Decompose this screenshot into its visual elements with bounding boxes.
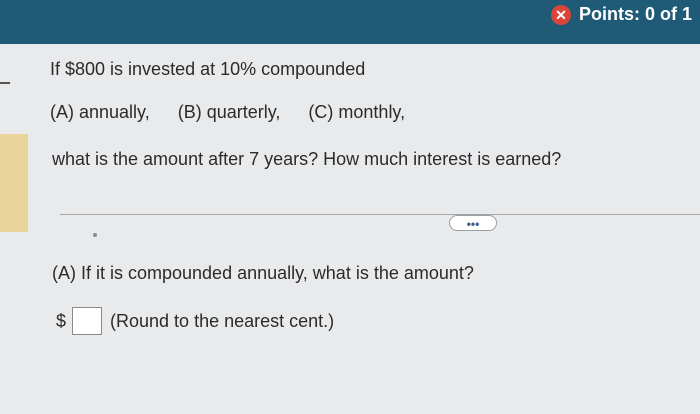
points-label: Points: 0 of 1 xyxy=(578,4,692,24)
more-button[interactable]: ••• xyxy=(449,215,497,231)
question-ask: what is the amount after 7 years? How mu… xyxy=(52,149,562,169)
option-annually: (A) annually, xyxy=(50,102,150,122)
points-display: ✕ Points: 0 of 1 xyxy=(550,4,692,25)
top-bar: ✕ Points: 0 of 1 xyxy=(0,0,700,44)
question-intro: If $800 is invested at 10% compounded xyxy=(50,59,365,81)
part-a-question: (A) If it is compounded annually, what i… xyxy=(52,263,474,283)
option-monthly: (C) monthly, xyxy=(308,102,406,122)
close-icon[interactable]: ✕ xyxy=(550,4,571,25)
answer-row: $ (Round to the nearest cent.) xyxy=(56,307,334,335)
side-tab xyxy=(0,134,28,232)
instruction-label: (Round to the nearest cent.) xyxy=(110,310,335,331)
question-options: (A) annually, (B) quarterly, (C) monthly… xyxy=(50,102,405,123)
amount-input[interactable] xyxy=(72,307,103,335)
question-line-1: If $800 is invested at 10% compounded xyxy=(50,59,366,79)
option-quarterly: (B) quarterly, xyxy=(177,102,281,122)
section-divider xyxy=(60,214,700,215)
currency-label: $ xyxy=(56,310,67,331)
left-divider-mark xyxy=(0,82,10,84)
bullet-dot xyxy=(93,233,97,237)
